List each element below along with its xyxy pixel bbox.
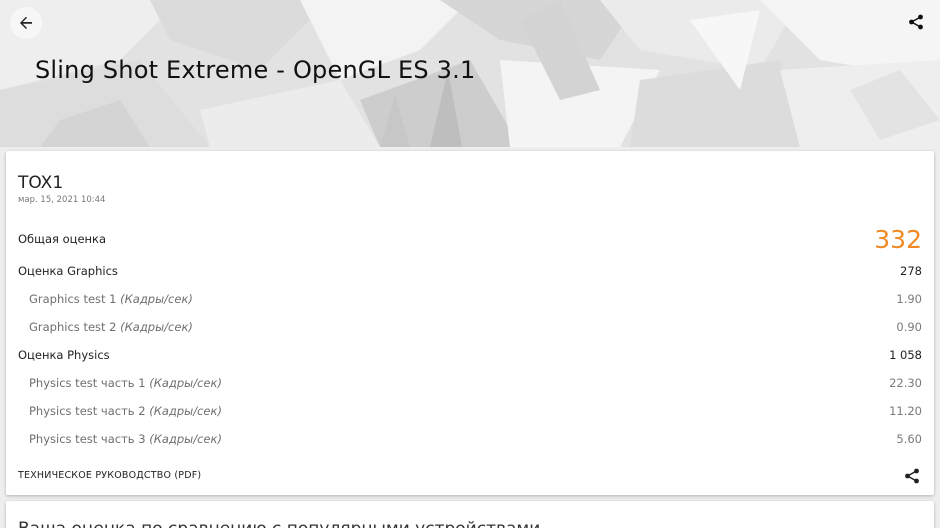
- total-score-row: Общая оценка 332: [18, 225, 922, 254]
- score-row-value: 11.20: [889, 404, 922, 418]
- score-row-value: 5.60: [896, 432, 922, 446]
- score-row-physics-test-1: Physics test часть 1 (Кадры/сек) 22.30: [18, 373, 922, 393]
- score-row-graphics-test-1: Graphics test 1 (Кадры/сек) 1.90: [18, 289, 922, 309]
- score-row-graphics-test-2: Graphics test 2 (Кадры/сек) 0.90: [18, 317, 922, 337]
- result-date: мар. 15, 2021 10:44: [18, 195, 106, 205]
- back-button[interactable]: [10, 7, 42, 39]
- comparison-card: Ваша оценка по сравнению с популярными у…: [6, 501, 934, 528]
- device-name: TOX1: [18, 173, 64, 193]
- score-row-label: Оценка Graphics: [18, 264, 118, 278]
- score-row-value: 1 058: [889, 348, 922, 362]
- score-row-label: Physics test часть 2 (Кадры/сек): [29, 404, 222, 418]
- technical-guide-link[interactable]: ТЕХНИЧЕСКОЕ РУКОВОДСТВО (PDF): [18, 470, 201, 481]
- comparison-heading: Ваша оценка по сравнению с популярными у…: [18, 519, 540, 528]
- total-score-value: 332: [874, 224, 922, 254]
- share-icon: [909, 14, 923, 30]
- score-row-physics-test-2: Physics test часть 2 (Кадры/сек) 11.20: [18, 401, 922, 421]
- score-row-graphics: Оценка Graphics 278: [18, 261, 922, 281]
- score-row-label: Graphics test 1 (Кадры/сек): [29, 292, 193, 306]
- score-row-label: Graphics test 2 (Кадры/сек): [29, 320, 193, 334]
- arrow-left-icon: [20, 16, 32, 29]
- page-title: Sling Shot Extreme - OpenGL ES 3.1: [35, 56, 476, 84]
- score-row-physics-test-3: Physics test часть 3 (Кадры/сек) 5.60: [18, 429, 922, 449]
- score-row-label: Оценка Physics: [18, 348, 110, 362]
- score-row-physics: Оценка Physics 1 058: [18, 345, 922, 365]
- score-row-label: Physics test часть 1 (Кадры/сек): [29, 376, 222, 390]
- share-result-button[interactable]: [902, 466, 922, 486]
- share-icon: [905, 468, 919, 484]
- total-score-label: Общая оценка: [18, 232, 107, 246]
- score-row-value: 1.90: [896, 292, 922, 306]
- score-row-value: 278: [900, 264, 922, 278]
- header-banner: Sling Shot Extreme - OpenGL ES 3.1: [0, 0, 940, 147]
- share-button[interactable]: [906, 12, 926, 32]
- score-row-value: 0.90: [896, 320, 922, 334]
- score-row-label: Physics test часть 3 (Кадры/сек): [29, 432, 222, 446]
- score-row-value: 22.30: [889, 376, 922, 390]
- result-card: TOX1 мар. 15, 2021 10:44 Общая оценка 33…: [6, 151, 934, 495]
